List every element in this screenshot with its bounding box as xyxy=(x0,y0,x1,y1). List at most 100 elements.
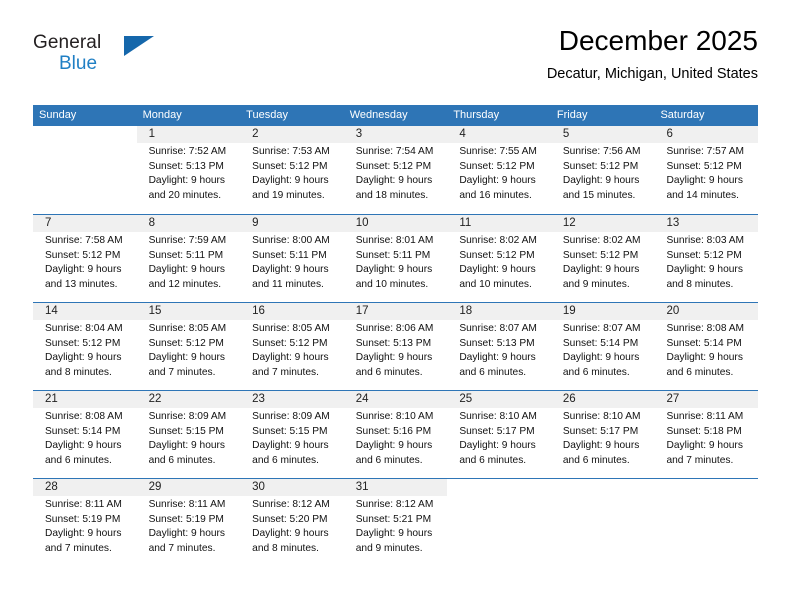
calendar-week-row: 14 Sunrise: 8:04 AM Sunset: 5:12 PM Dayligh… xyxy=(33,302,759,390)
sunset-text: Sunset: 5:15 PM xyxy=(148,425,224,437)
daylight-text-line2: and 16 minutes. xyxy=(459,189,532,201)
calendar-day-cell[interactable]: 4 Sunrise: 7:55 AM Sunset: 5:12 PM Daylight… xyxy=(447,126,551,214)
sunrise-text: Sunrise: 8:08 AM xyxy=(45,411,123,422)
sunrise-text: Sunrise: 8:08 AM xyxy=(666,323,745,334)
weekday-sunday: Sunday xyxy=(39,109,77,121)
day-number: 31 xyxy=(355,481,369,493)
sunrise-text: Sunrise: 8:11 AM xyxy=(666,411,744,422)
calendar-day-cell[interactable]: 27 Sunrise: 8:11 AM Sunset: 5:18 PM Dayligh… xyxy=(654,391,759,478)
calendar-day-cell[interactable]: 25 Sunrise: 8:10 AM Sunset: 5:17 PM Dayligh… xyxy=(447,391,551,478)
calendar-day-cell[interactable]: 21 Sunrise: 8:08 AM Sunset: 5:14 PM Dayligh… xyxy=(33,391,137,478)
day-details: Sunrise: 8:11 AM Sunset: 5:19 PM Daylight:… xyxy=(143,496,235,556)
day-number: 3 xyxy=(355,128,363,140)
day-number: 7 xyxy=(45,217,52,229)
calendar-day-cell-empty xyxy=(33,126,137,214)
daylight-text-line2: and 7 minutes. xyxy=(45,542,112,554)
calendar-week-cells: 28 Sunrise: 8:11 AM Sunset: 5:19 PM Dayligh… xyxy=(33,479,758,566)
calendar-day-cell[interactable]: 2 Sunrise: 7:53 AM Sunset: 5:12 PM Daylight… xyxy=(240,126,344,214)
daylight-text-line2: and 6 minutes. xyxy=(459,366,527,378)
daylight-text-line2: and 18 minutes. xyxy=(355,189,429,201)
calendar-day-cell[interactable]: 12 Sunrise: 8:02 AM Sunset: 5:12 PM Dayligh… xyxy=(550,215,655,302)
calendar-day-cell[interactable]: 20 Sunrise: 8:08 AM Sunset: 5:14 PM Dayligh… xyxy=(654,303,759,390)
day-details: Sunrise: 8:05 AM Sunset: 5:12 PM Daylight:… xyxy=(246,320,338,380)
calendar-day-cell[interactable]: 9 Sunrise: 8:00 AM Sunset: 5:11 PM Daylight… xyxy=(240,215,344,302)
calendar-day-cell[interactable]: 19 Sunrise: 8:07 AM Sunset: 5:14 PM Dayligh… xyxy=(550,303,655,390)
day-details: Sunrise: 7:52 AM Sunset: 5:13 PM Daylight:… xyxy=(143,143,235,203)
day-number: 25 xyxy=(459,393,473,405)
sunrise-text: Sunrise: 8:07 AM xyxy=(459,323,537,334)
day-details: Sunrise: 7:58 AM Sunset: 5:12 PM Daylight:… xyxy=(39,232,131,292)
logo-text-blue: Blue xyxy=(59,53,98,74)
calendar-day-cell[interactable]: 13 Sunrise: 8:03 AM Sunset: 5:12 PM Dayligh… xyxy=(654,215,759,302)
calendar-week-cells: 14 Sunrise: 8:04 AM Sunset: 5:12 PM Dayligh… xyxy=(33,303,759,390)
sunrise-text: Sunrise: 8:02 AM xyxy=(562,235,641,246)
sunrise-text: Sunrise: 8:02 AM xyxy=(459,235,537,246)
calendar-day-cell[interactable]: 8 Sunrise: 7:59 AM Sunset: 5:11 PM Daylight… xyxy=(136,215,241,302)
calendar-day-cell[interactable]: 14 Sunrise: 8:04 AM Sunset: 5:12 PM Dayligh… xyxy=(33,303,137,390)
day-number: 26 xyxy=(562,393,576,405)
calendar-day-cell[interactable]: 31 Sunrise: 8:12 AM Sunset: 5:21 PM Dayligh… xyxy=(343,479,448,566)
weekday-wednesday: Wednesday xyxy=(349,109,408,121)
calendar-day-cell[interactable]: 3 Sunrise: 7:54 AM Sunset: 5:12 PM Daylight… xyxy=(343,126,448,214)
calendar-week-row: 1 Sunrise: 7:52 AM Sunset: 5:13 PM Daylight… xyxy=(33,126,759,214)
daylight-text-line1: Daylight: 9 hours xyxy=(459,175,536,187)
day-number: 2 xyxy=(252,128,259,140)
daylight-text-line2: and 9 minutes. xyxy=(562,278,630,290)
calendar-day-cell[interactable]: 18 Sunrise: 8:07 AM Sunset: 5:13 PM Dayligh… xyxy=(447,303,551,390)
daylight-text-line2: and 6 minutes. xyxy=(148,454,216,466)
day-number: 1 xyxy=(148,128,155,140)
sunset-text: Sunset: 5:12 PM xyxy=(666,160,742,172)
day-number: 18 xyxy=(459,305,473,317)
daylight-text-line2: and 6 minutes. xyxy=(562,366,630,378)
sunrise-text: Sunrise: 8:03 AM xyxy=(666,235,745,246)
calendar-day-cell[interactable]: 15 Sunrise: 8:05 AM Sunset: 5:12 PM Dayligh… xyxy=(136,303,241,390)
sunrise-text: Sunrise: 8:06 AM xyxy=(355,323,434,334)
calendar-day-cell[interactable]: 10 Sunrise: 8:01 AM Sunset: 5:11 PM Dayligh… xyxy=(343,215,448,302)
calendar-day-cell[interactable]: 1 Sunrise: 7:52 AM Sunset: 5:13 PM Daylight… xyxy=(136,126,241,214)
sunrise-text: Sunrise: 8:05 AM xyxy=(252,323,330,334)
sunset-text: Sunset: 5:21 PM xyxy=(355,513,432,525)
calendar-week-row: 21 Sunrise: 8:08 AM Sunset: 5:14 PM Dayligh… xyxy=(33,390,759,478)
weekday-header-row: Sunday Monday Tuesday Wednesday Thursday… xyxy=(33,105,758,126)
sunset-text: Sunset: 5:12 PM xyxy=(562,160,639,172)
calendar-day-cell[interactable]: 17 Sunrise: 8:06 AM Sunset: 5:13 PM Dayligh… xyxy=(343,303,448,390)
sunrise-text: Sunrise: 8:12 AM xyxy=(355,499,434,510)
calendar-day-cell[interactable]: 22 Sunrise: 8:09 AM Sunset: 5:15 PM Dayligh… xyxy=(136,391,241,478)
daylight-text-line2: and 6 minutes. xyxy=(45,454,112,466)
calendar-day-cell[interactable]: 7 Sunrise: 7:58 AM Sunset: 5:12 PM Daylight… xyxy=(33,215,137,302)
calendar-day-cell[interactable]: 26 Sunrise: 8:10 AM Sunset: 5:17 PM Dayligh… xyxy=(550,391,655,478)
calendar-week-cells: 21 Sunrise: 8:08 AM Sunset: 5:14 PM Dayligh… xyxy=(33,391,759,478)
daylight-text-line1: Daylight: 9 hours xyxy=(148,352,226,364)
daylight-text-line1: Daylight: 9 hours xyxy=(45,528,122,540)
sunrise-text: Sunrise: 7:58 AM xyxy=(45,235,123,246)
day-number: 9 xyxy=(252,217,259,229)
day-details: Sunrise: 8:09 AM Sunset: 5:15 PM Daylight:… xyxy=(246,408,338,468)
sunset-text: Sunset: 5:19 PM xyxy=(148,513,224,525)
daylight-text-line1: Daylight: 9 hours xyxy=(45,440,122,452)
daylight-text-line1: Daylight: 9 hours xyxy=(459,440,536,452)
daylight-text-line1: Daylight: 9 hours xyxy=(666,175,743,187)
title-block: December 2025 Decatur, Michigan, United … xyxy=(547,24,758,84)
calendar-day-cell[interactable]: 6 Sunrise: 7:57 AM Sunset: 5:12 PM Daylight… xyxy=(654,126,759,214)
daylight-text-line2: and 6 minutes. xyxy=(355,366,423,378)
daylight-text-line1: Daylight: 9 hours xyxy=(355,528,433,540)
day-details: Sunrise: 8:10 AM Sunset: 5:16 PM Daylight:… xyxy=(350,408,442,468)
calendar-day-cell[interactable]: 28 Sunrise: 8:11 AM Sunset: 5:19 PM Dayligh… xyxy=(33,479,137,566)
daylight-text-line2: and 7 minutes. xyxy=(148,366,216,378)
daylight-text-line2: and 8 minutes. xyxy=(252,542,319,554)
calendar-day-cell[interactable]: 24 Sunrise: 8:10 AM Sunset: 5:16 PM Dayligh… xyxy=(343,391,448,478)
sunset-text: Sunset: 5:15 PM xyxy=(252,425,328,437)
calendar-day-cell[interactable]: 23 Sunrise: 8:09 AM Sunset: 5:15 PM Dayligh… xyxy=(240,391,344,478)
daylight-text-line2: and 19 minutes. xyxy=(252,189,325,201)
calendar-day-cell[interactable]: 5 Sunrise: 7:56 AM Sunset: 5:12 PM Daylight… xyxy=(550,126,655,214)
calendar-day-cell[interactable]: 30 Sunrise: 8:12 AM Sunset: 5:20 PM Dayligh… xyxy=(240,479,344,566)
calendar-day-cell[interactable]: 11 Sunrise: 8:02 AM Sunset: 5:12 PM Dayligh… xyxy=(447,215,551,302)
page-title: December 2025 xyxy=(558,25,758,56)
day-details: Sunrise: 8:09 AM Sunset: 5:15 PM Daylight:… xyxy=(143,408,235,468)
sunset-text: Sunset: 5:12 PM xyxy=(459,160,535,172)
day-number: 20 xyxy=(666,305,680,317)
calendar-day-cell[interactable]: 16 Sunrise: 8:05 AM Sunset: 5:12 PM Dayligh… xyxy=(240,303,344,390)
calendar-day-cell[interactable]: 29 Sunrise: 8:11 AM Sunset: 5:19 PM Dayligh… xyxy=(136,479,241,566)
generalblue-logo[interactable]: General Blue xyxy=(33,32,154,84)
day-number-band xyxy=(551,479,655,496)
